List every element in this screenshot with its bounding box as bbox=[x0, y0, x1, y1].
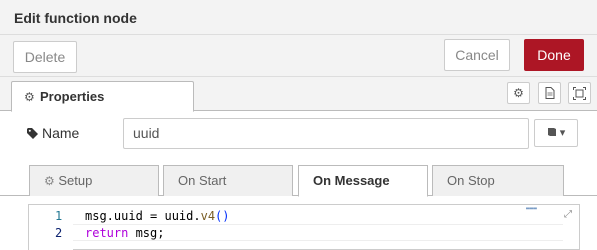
code-editor[interactable]: 1 2 msg.uuid = uuid.v4() return msg; bbox=[28, 204, 580, 250]
code-line[interactable]: return msg; bbox=[85, 226, 164, 240]
tag-icon bbox=[27, 128, 39, 142]
tab-on-message[interactable]: On Message bbox=[298, 165, 428, 197]
expand-icon[interactable]: ⤢ bbox=[559, 206, 577, 224]
minimap: ▬▬▬ bbox=[526, 205, 537, 212]
line-number: 2 bbox=[55, 226, 63, 240]
tray-header: Edit function node bbox=[0, 0, 597, 35]
delete-button[interactable]: Delete bbox=[13, 41, 77, 73]
document-icon[interactable] bbox=[538, 82, 561, 104]
settings-gear-icon[interactable]: ⚙ bbox=[507, 82, 530, 104]
tray-toolbar: Delete Cancel Done bbox=[0, 35, 597, 77]
book-icon bbox=[547, 127, 560, 139]
gear-icon: ⚙ bbox=[24, 90, 35, 104]
tab-properties-label: Properties bbox=[40, 89, 105, 104]
icon-select-button[interactable]: ▾ bbox=[534, 119, 578, 147]
chevron-down-icon: ▾ bbox=[559, 127, 566, 139]
gear-icon: ⚙ bbox=[44, 174, 55, 188]
cancel-button[interactable]: Cancel bbox=[444, 39, 510, 71]
tabs-bar: ⚙ Properties ⚙ bbox=[0, 77, 597, 112]
tab-setup-label: Setup bbox=[58, 173, 93, 188]
done-button[interactable]: Done bbox=[524, 39, 584, 71]
name-label: Name bbox=[42, 125, 80, 141]
frame-icon[interactable] bbox=[568, 82, 591, 104]
line-number: 1 bbox=[55, 209, 63, 223]
name-input[interactable]: uuid bbox=[123, 118, 529, 149]
tab-setup[interactable]: ⚙ Setup bbox=[29, 165, 159, 196]
tab-on-start[interactable]: On Start bbox=[163, 165, 293, 196]
code-line[interactable]: msg.uuid = uuid.v4() bbox=[85, 209, 230, 223]
tray-title: Edit function node bbox=[14, 10, 137, 26]
tab-properties[interactable]: ⚙ Properties bbox=[11, 81, 194, 112]
line-gutter: 1 2 bbox=[29, 205, 73, 250]
subtabs: ⚙ Setup On Start On Message On Stop bbox=[0, 162, 597, 197]
tab-on-stop[interactable]: On Stop bbox=[432, 165, 564, 196]
